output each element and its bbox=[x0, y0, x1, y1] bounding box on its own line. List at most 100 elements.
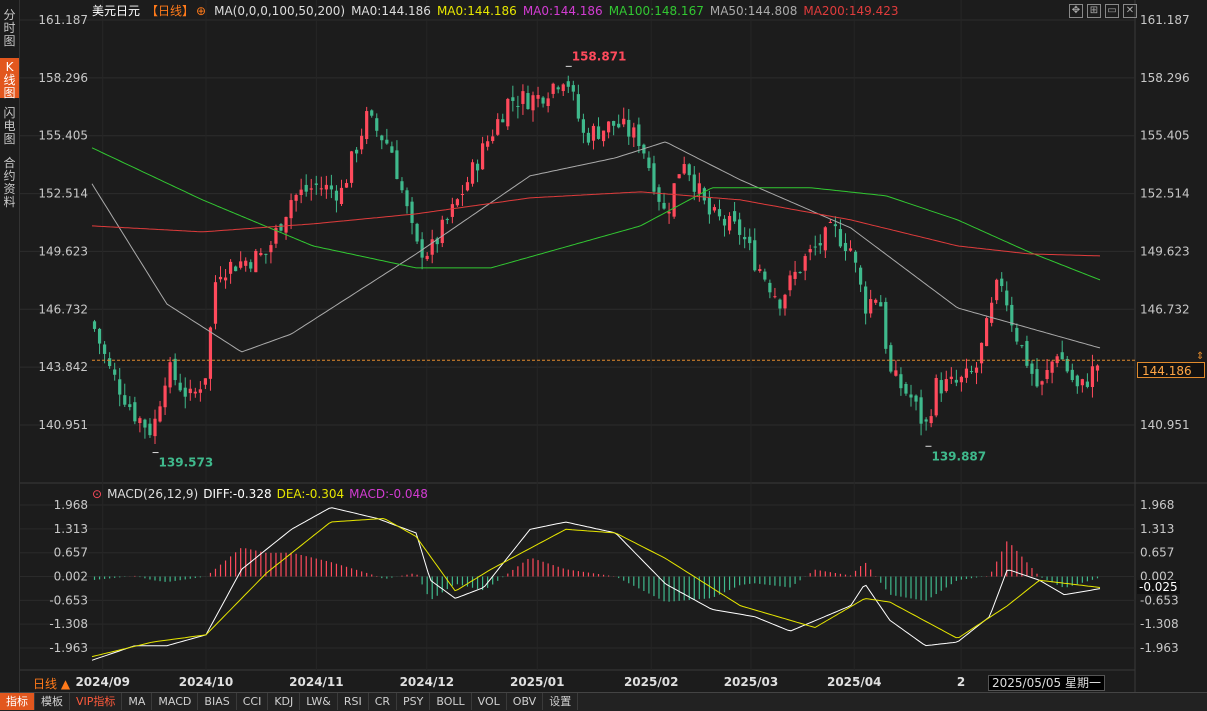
candle-body bbox=[254, 250, 258, 273]
candle-body bbox=[934, 377, 938, 416]
tab-boll[interactable]: BOLL bbox=[430, 693, 472, 710]
macd-tick-left: -1.308 bbox=[49, 617, 88, 631]
tab-obv[interactable]: OBV bbox=[507, 693, 544, 710]
candle-body bbox=[985, 318, 989, 347]
macd-params: MACD(26,12,9) bbox=[107, 487, 199, 501]
candle-body bbox=[682, 164, 686, 174]
restore-icon[interactable]: ▭ bbox=[1105, 4, 1119, 18]
candle-body bbox=[491, 136, 495, 142]
candle-body bbox=[541, 97, 545, 104]
candle-body bbox=[103, 344, 107, 354]
candle-body bbox=[969, 371, 974, 373]
candle-body bbox=[334, 190, 339, 201]
candle-body bbox=[284, 216, 288, 233]
candle-body bbox=[536, 95, 540, 99]
candle-body bbox=[793, 271, 797, 279]
candle-body bbox=[329, 185, 333, 190]
tab-vip-indicators[interactable]: VIP指标 bbox=[70, 693, 123, 710]
candle-body bbox=[92, 321, 97, 329]
tab-vol[interactable]: VOL bbox=[472, 693, 507, 710]
candle-body bbox=[138, 418, 142, 424]
candle-body bbox=[717, 209, 722, 217]
price-tick-right: 152.514 bbox=[1140, 187, 1190, 201]
candle-body bbox=[692, 174, 696, 192]
candle-body bbox=[289, 200, 293, 219]
month-tick-label: 2025/02 bbox=[624, 675, 678, 689]
candle-body bbox=[309, 188, 313, 190]
candle-body bbox=[314, 183, 318, 185]
candle-body bbox=[657, 187, 661, 202]
tab-templates[interactable]: 模板 bbox=[35, 693, 70, 710]
candle-body bbox=[168, 362, 172, 388]
tab-macd[interactable]: MACD bbox=[152, 693, 199, 710]
candle-body bbox=[919, 397, 923, 424]
candle-body bbox=[475, 163, 480, 171]
candle-body bbox=[899, 374, 903, 389]
price-tick-right: 140.951 bbox=[1140, 418, 1190, 432]
candle-body bbox=[193, 391, 197, 394]
tab-bias[interactable]: BIAS bbox=[198, 693, 237, 710]
tab-settings[interactable]: 设置 bbox=[543, 693, 579, 710]
candle-body bbox=[143, 419, 147, 428]
candle-body bbox=[848, 248, 853, 251]
candle-body bbox=[460, 194, 465, 196]
candle-body bbox=[949, 376, 953, 379]
symbol-name: 美元日元 bbox=[92, 4, 141, 18]
candle-body bbox=[223, 277, 228, 281]
candle-body bbox=[1040, 381, 1044, 385]
candle-body bbox=[1080, 379, 1084, 386]
candle-body bbox=[153, 418, 157, 437]
fullscreen-icon[interactable]: ✥ bbox=[1069, 4, 1083, 18]
candle-body bbox=[632, 127, 636, 138]
candle-body bbox=[203, 378, 207, 385]
tab-rsi[interactable]: RSI bbox=[338, 693, 369, 710]
candle-body bbox=[1005, 290, 1009, 306]
candle-body bbox=[208, 327, 213, 379]
settings-icon[interactable]: ⊕ bbox=[196, 4, 206, 18]
close-icon[interactable]: ✕ bbox=[1123, 4, 1137, 18]
candle-body bbox=[213, 282, 218, 324]
candle-body bbox=[294, 194, 298, 201]
candle-body bbox=[914, 395, 918, 402]
macd-tick-left: 1.968 bbox=[54, 498, 88, 512]
candle-body bbox=[365, 111, 369, 140]
tab-indicators[interactable]: 指标 bbox=[0, 693, 35, 710]
price-tick-left: 158.296 bbox=[38, 71, 88, 85]
price-tick-right: 158.296 bbox=[1140, 71, 1190, 85]
period-tag[interactable]: 【日线】 bbox=[146, 4, 194, 18]
price-tick-left: 140.951 bbox=[38, 418, 88, 432]
tab-ma[interactable]: MA bbox=[122, 693, 153, 710]
split-icon[interactable]: ⊞ bbox=[1087, 4, 1101, 18]
candle-body bbox=[445, 219, 449, 221]
candle-body bbox=[773, 296, 777, 298]
candle-body bbox=[894, 370, 898, 376]
chart-canvas[interactable]: 161.187 161.187 158.296 158.296 155.405 155.4… bbox=[0, 0, 1207, 692]
candle-body bbox=[521, 91, 525, 104]
candle-body bbox=[148, 423, 152, 436]
tab-psy[interactable]: PSY bbox=[397, 693, 431, 710]
candle-body bbox=[425, 255, 429, 260]
candle-body bbox=[380, 135, 384, 141]
tab-cci[interactable]: CCI bbox=[237, 693, 269, 710]
period-selector[interactable]: 日线 ▲ bbox=[33, 675, 70, 692]
candle-body bbox=[481, 143, 485, 170]
indicator-settings-icon[interactable]: ⊙ bbox=[92, 487, 102, 501]
candle-body bbox=[133, 402, 137, 422]
candle-body bbox=[324, 184, 328, 190]
candle-body bbox=[501, 119, 505, 123]
candle-body bbox=[838, 229, 843, 247]
candle-body bbox=[672, 183, 676, 217]
tab-cr[interactable]: CR bbox=[369, 693, 398, 710]
candle-body bbox=[163, 385, 167, 408]
ma0-value-b: MA0:144.186 bbox=[436, 4, 517, 18]
price-tick-right: 161.187 bbox=[1140, 13, 1190, 27]
low-marker-139573: 139.573 bbox=[159, 456, 214, 470]
candle-body bbox=[496, 119, 500, 135]
candle-body bbox=[581, 119, 585, 133]
candle-body bbox=[511, 97, 515, 101]
candle-body bbox=[1060, 352, 1064, 360]
tab-kdj[interactable]: KDJ bbox=[268, 693, 301, 710]
candle-body bbox=[370, 110, 374, 116]
tab-lw[interactable]: LW& bbox=[300, 693, 338, 710]
candle-body bbox=[818, 243, 822, 246]
